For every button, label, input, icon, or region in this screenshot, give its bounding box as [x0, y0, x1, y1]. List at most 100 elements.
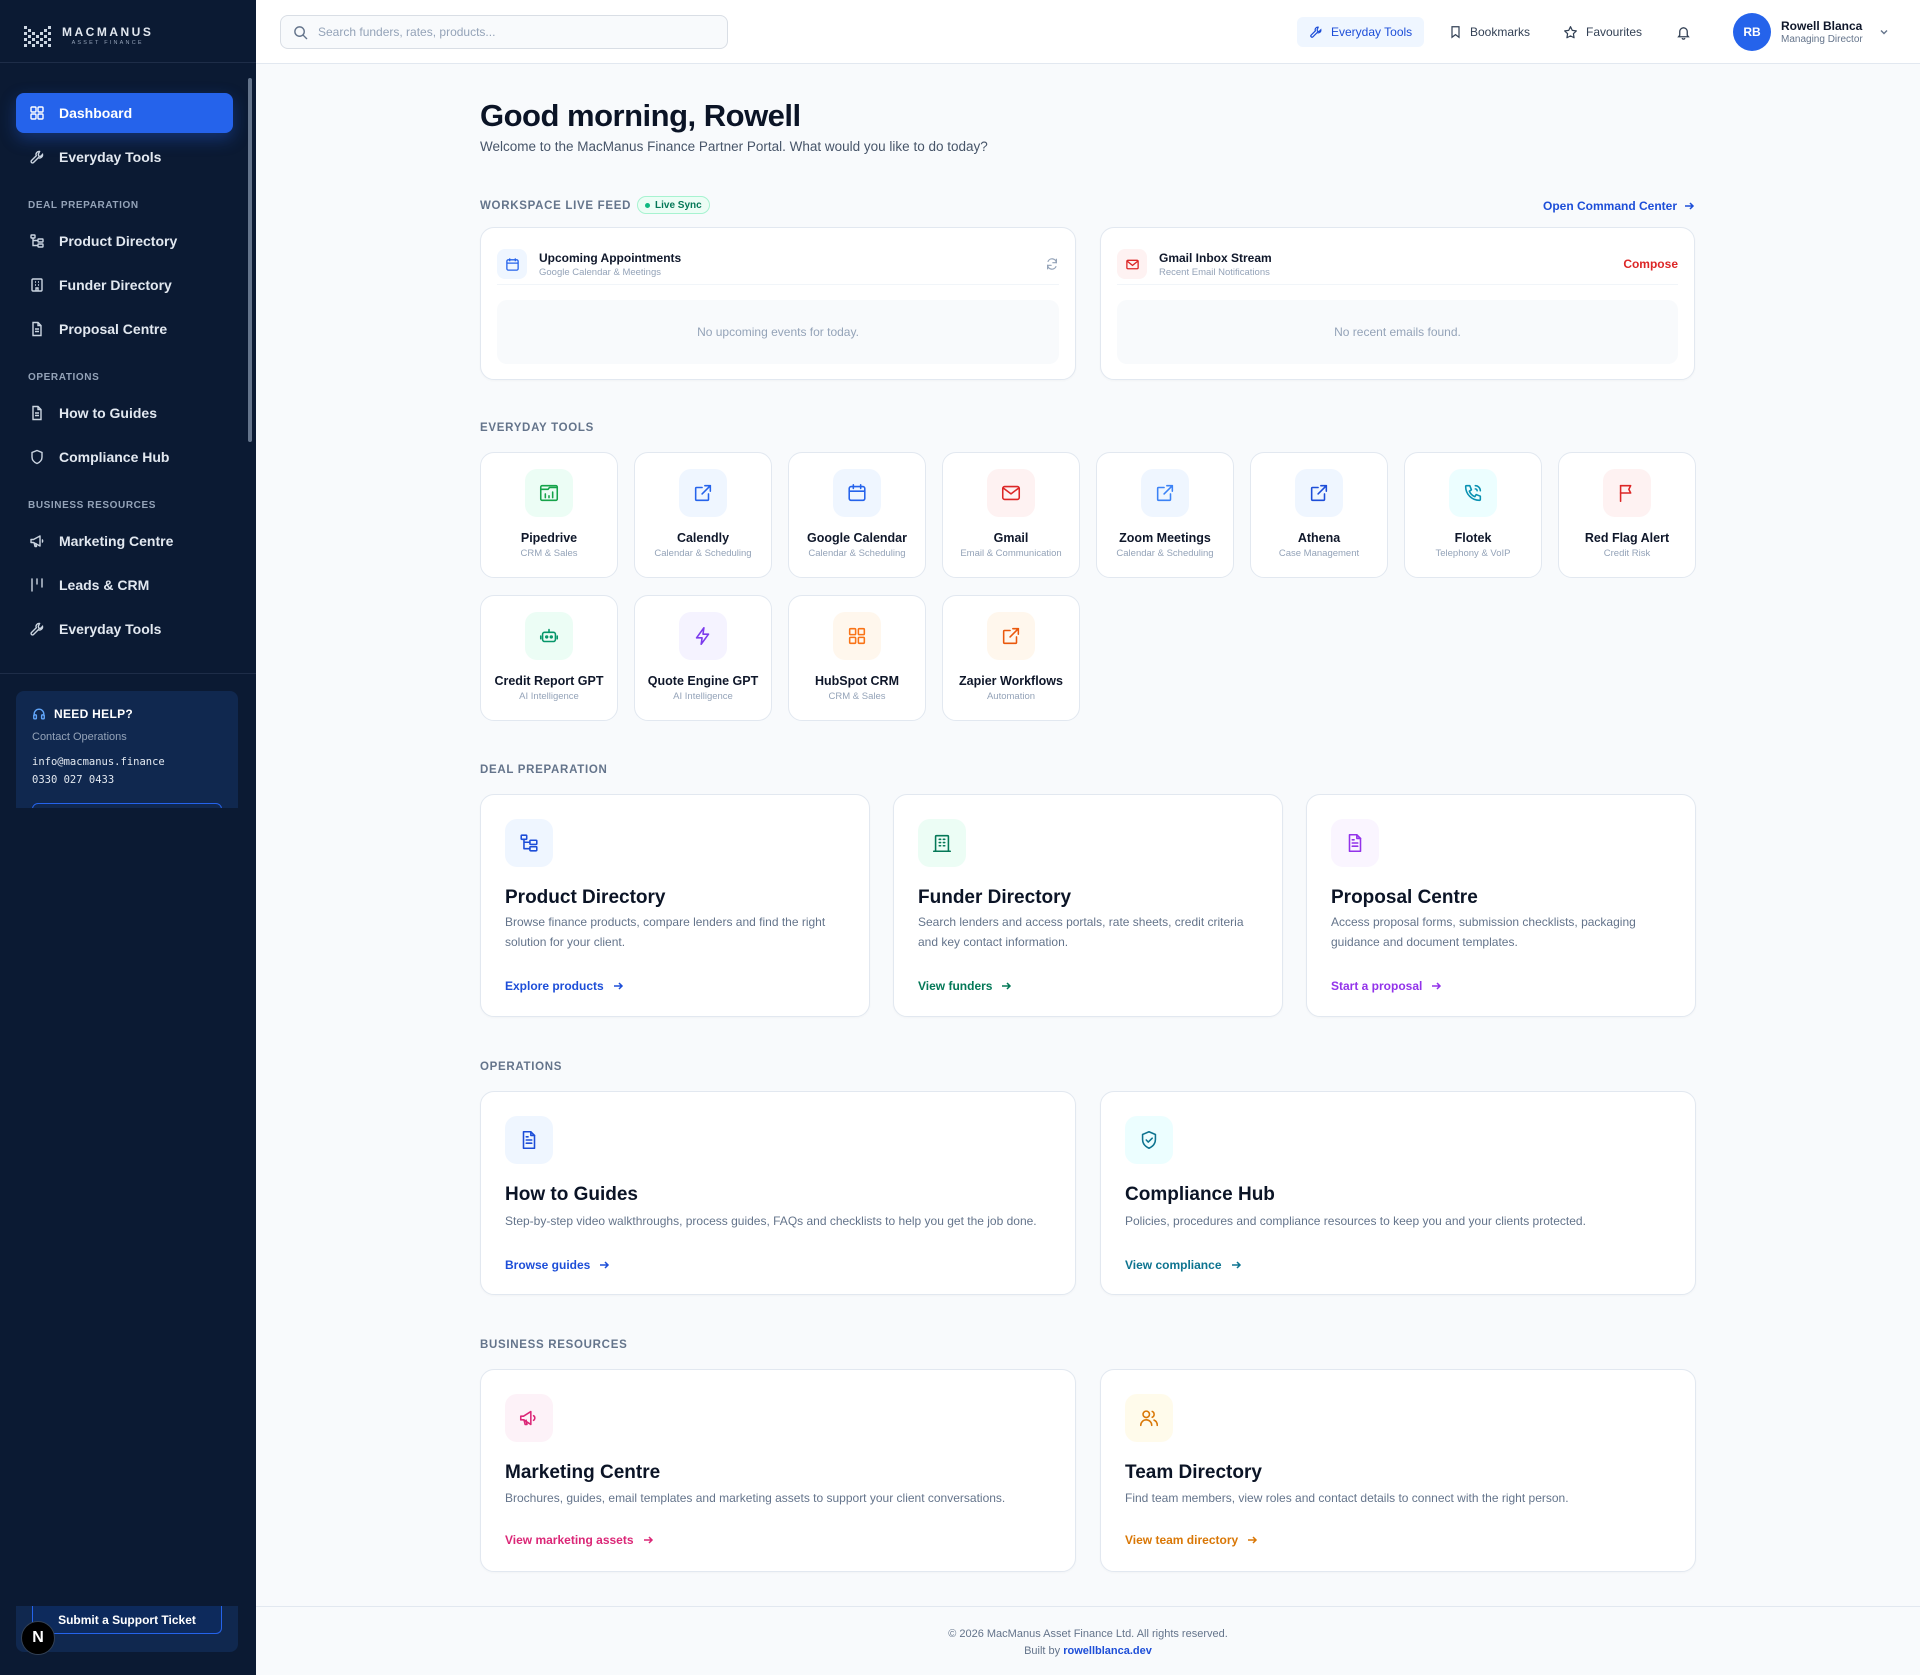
- sidebar-item-compliance-hub[interactable]: Compliance Hub: [16, 437, 233, 477]
- sidebar-item-marketing-centre[interactable]: Marketing Centre: [16, 521, 233, 561]
- appointments-card: Upcoming Appointments Google Calendar & …: [480, 227, 1076, 380]
- sidebar-item-label: Compliance Hub: [59, 449, 170, 465]
- sidebar-item-funder-directory[interactable]: Funder Directory: [16, 265, 233, 305]
- tool-card-hubspot-crm[interactable]: HubSpot CRM CRM & Sales: [788, 595, 926, 721]
- card-description: Search lenders and access portals, rate …: [918, 915, 1244, 949]
- tool-category: CRM & Sales: [828, 691, 886, 702]
- notifications-button[interactable]: [1664, 17, 1703, 47]
- sidebar-item-product-directory[interactable]: Product Directory: [16, 221, 233, 261]
- user-name[interactable]: Rowell Blanca: [1781, 19, 1862, 33]
- tool-card-calendly[interactable]: Calendly Calendar & Scheduling: [634, 452, 772, 578]
- team-directory-card[interactable]: Team Directory Find team members, view ro…: [1100, 1369, 1696, 1572]
- view-marketing-assets-link[interactable]: View marketing assets: [505, 1533, 654, 1547]
- shield-check-icon: [1125, 1116, 1173, 1164]
- arrow-right-icon: [600, 1261, 610, 1269]
- card-title: Proposal Centre: [1331, 887, 1478, 908]
- everyday-tools-label: Everyday Tools: [1331, 25, 1413, 39]
- tool-card-google-calendar[interactable]: Google Calendar Calendar & Scheduling: [788, 452, 926, 578]
- tool-name: Athena: [1297, 531, 1341, 545]
- sidebar-item-leads-crm[interactable]: Leads & CRM: [16, 565, 233, 605]
- tool-name: Google Calendar: [806, 531, 908, 545]
- tool-category: Automation: [986, 691, 1036, 702]
- document-icon: [32, 321, 42, 337]
- topbar: Everyday Tools Bookmarks Favourites RB R…: [256, 0, 1920, 64]
- view-compliance-link[interactable]: View compliance: [1125, 1258, 1242, 1272]
- favourites-button[interactable]: Favourites: [1551, 17, 1654, 47]
- tool-card-quote-engine-gpt[interactable]: Quote Engine GPT AI Intelligence: [634, 595, 772, 721]
- how-to-guides-card[interactable]: How to Guides Step-by-step video walkthro…: [480, 1091, 1076, 1295]
- tool-name: Quote Engine GPT: [647, 674, 759, 688]
- help-phone[interactable]: 0330 027 0433: [32, 771, 222, 789]
- open-command-center-label: Open Command Center: [1542, 199, 1677, 213]
- sidebar-item-dashboard[interactable]: Dashboard: [16, 93, 233, 133]
- search-input[interactable]: [318, 25, 708, 39]
- start-a-proposal-link[interactable]: Start a proposal: [1331, 979, 1442, 993]
- dev-indicator-badge[interactable]: N: [21, 1621, 55, 1655]
- card-description: Access proposal forms, submission checkl…: [1331, 915, 1636, 949]
- tool-category: Calendar & Scheduling: [1116, 548, 1214, 559]
- browse-guides-link[interactable]: Browse guides: [505, 1258, 610, 1272]
- compliance-hub-card[interactable]: Compliance Hub Policies, procedures and c…: [1100, 1091, 1696, 1295]
- brand-subtitle: ASSET FINANCE: [71, 39, 144, 46]
- gmail-subtitle: Recent Email Notifications: [1159, 266, 1270, 278]
- help-email[interactable]: info@macmanus.finance: [32, 753, 222, 771]
- card-title: Team Directory: [1125, 1462, 1262, 1483]
- tool-name: Calendly: [676, 531, 730, 545]
- everyday-tools-button[interactable]: Everyday Tools: [1297, 17, 1425, 47]
- funder-directory-card[interactable]: Funder Directory Search lenders and acces…: [893, 794, 1283, 1017]
- tool-card-red-flag-alert[interactable]: Red Flag Alert Credit Risk: [1558, 452, 1696, 578]
- tool-card-zapier-workflows[interactable]: Zapier Workflows Automation: [942, 595, 1080, 721]
- pipedrive-chart-icon: [525, 469, 573, 517]
- support-ticket-button-top[interactable]: [32, 803, 222, 808]
- sidebar-item-label: Funder Directory: [59, 277, 172, 293]
- support-ticket-button[interactable]: Submit a Support Ticket: [32, 1606, 222, 1634]
- arrow-right-icon: [1002, 982, 1012, 990]
- product-directory-card[interactable]: Product Directory Browse finance products…: [480, 794, 870, 1017]
- open-command-center-link[interactable]: Open Command Center: [1543, 199, 1695, 213]
- proposal-centre-card[interactable]: Proposal Centre Access proposal forms, su…: [1306, 794, 1696, 1017]
- star-icon: [1564, 25, 1577, 38]
- marketing-centre-card[interactable]: Marketing Centre Brochures, guides, email…: [480, 1369, 1076, 1572]
- external-link-icon: [987, 612, 1035, 660]
- author-link[interactable]: rowellblanca.dev: [1063, 1645, 1152, 1657]
- tool-name: Zoom Meetings: [1119, 531, 1211, 545]
- sidebar-item-label: Everyday Tools: [59, 621, 162, 637]
- sidebar-item-how-to-guides[interactable]: How to Guides: [16, 393, 233, 433]
- built-by-label: Built by: [1024, 1645, 1061, 1657]
- sidebar-item-proposal-centre[interactable]: Proposal Centre: [16, 309, 233, 349]
- tool-category: Email & Communication: [960, 548, 1062, 559]
- tool-name: HubSpot CRM: [814, 674, 899, 688]
- phone-icon: [1449, 469, 1497, 517]
- refresh-icon[interactable]: [1045, 257, 1059, 271]
- tool-card-pipedrive[interactable]: Pipedrive CRM & Sales: [480, 452, 618, 578]
- card-link-label: View funders: [918, 979, 993, 993]
- tool-card-zoom-meetings[interactable]: Zoom Meetings Calendar & Scheduling: [1096, 452, 1234, 578]
- explore-products-link[interactable]: Explore products: [505, 979, 624, 993]
- tool-card-athena[interactable]: Athena Case Management: [1250, 452, 1388, 578]
- tool-category: AI Intelligence: [673, 691, 733, 702]
- tool-category: Calendar & Scheduling: [808, 548, 906, 559]
- tool-category: CRM & Sales: [520, 548, 578, 559]
- mail-icon: [1117, 249, 1147, 279]
- help-panel: NEED HELP? Contact Operations info@macma…: [16, 691, 238, 808]
- avatar[interactable]: RB: [1733, 13, 1771, 51]
- compose-button[interactable]: Compose: [1623, 257, 1678, 271]
- sidebar-item-everyday-tools[interactable]: Everyday Tools: [16, 137, 233, 177]
- view-funders-link[interactable]: View funders: [918, 979, 1012, 993]
- sidebar-item-everyday-tools-2[interactable]: Everyday Tools: [16, 609, 233, 649]
- chevron-down-icon[interactable]: [1878, 26, 1890, 38]
- tool-card-flotek[interactable]: Flotek Telephony & VoIP: [1404, 452, 1542, 578]
- tool-card-gmail[interactable]: Gmail Email & Communication: [942, 452, 1080, 578]
- wrench-icon: [30, 150, 44, 164]
- tool-card-credit-report-gpt[interactable]: Credit Report GPT AI Intelligence: [480, 595, 618, 721]
- building-icon: [31, 278, 43, 292]
- bookmarks-button[interactable]: Bookmarks: [1437, 17, 1542, 47]
- operations-section-title: OPERATIONS: [480, 1061, 563, 1073]
- sidebar-scrollbar[interactable]: [248, 78, 252, 442]
- search-bar[interactable]: [280, 15, 728, 49]
- brand-logo[interactable]: MACMANUS ASSET FINANCE: [24, 24, 153, 48]
- deal-section-title: DEAL PREPARATION: [480, 764, 608, 776]
- arrow-right-icon: [643, 1536, 653, 1544]
- divider: [497, 284, 1059, 285]
- view-team-directory-link[interactable]: View team directory: [1125, 1533, 1258, 1547]
